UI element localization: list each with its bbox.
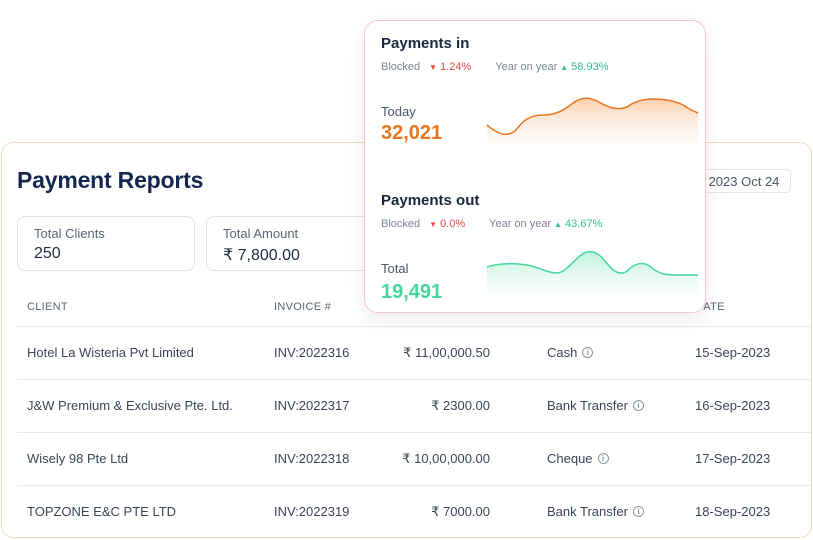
table-row[interactable]: J&W Premium & Exclusive Pte. Ltd. INV:20… [17, 380, 811, 433]
yoy-label: Year on year [489, 218, 552, 230]
invoice-number: INV:2022316 [274, 345, 350, 360]
total-clients-card: Total Clients 250 [17, 216, 195, 271]
payment-mode-label: Cash [547, 345, 578, 360]
payment-date: 15-Sep-2023 [695, 345, 771, 360]
payments-out-sub-label: Total [381, 261, 409, 276]
payment-mode-label: Bank Transfer [547, 504, 628, 519]
payment-mode: Cheque i [547, 451, 609, 466]
amount: ₹ 10,00,000.00 [402, 451, 490, 466]
total-clients-label: Total Clients [34, 226, 105, 241]
payment-date: 18-Sep-2023 [695, 504, 771, 519]
client-name: Hotel La Wisteria Pvt Limited [27, 345, 194, 360]
column-header-invoice[interactable]: INVOICE # [274, 301, 331, 313]
yoy-value: 58.93% [571, 61, 609, 73]
total-amount-value: ₹ 7,800.00 [223, 247, 300, 264]
payments-summary-popup: Payments in Blocked ▼ 1.24% Year on year ▲ 58… [364, 20, 706, 313]
info-icon[interactable]: i [632, 400, 644, 411]
blocked-label: Blocked [381, 61, 421, 73]
info-icon[interactable]: i [597, 453, 609, 464]
amount: ₹ 11,00,000.50 [403, 345, 490, 360]
amount: ₹ 7000.00 [431, 504, 490, 519]
payments-out-amount: 19,491 [381, 281, 443, 303]
payments-in-sparkline [486, 97, 699, 149]
client-name: J&W Premium & Exclusive Pte. Ltd. [27, 398, 233, 413]
payments-in-amount: 32,021 [381, 122, 443, 144]
blocked-value: 1.24% [440, 61, 472, 73]
triangle-down-icon: ▼ [429, 63, 438, 72]
client-name: TOPZONE E&C PTE LTD [27, 504, 177, 519]
triangle-down-icon: ▼ [429, 220, 438, 229]
payment-date: 17-Sep-2023 [695, 451, 771, 466]
triangle-up-icon: ▲ [560, 63, 569, 72]
invoice-number: INV:2022318 [274, 451, 350, 466]
payments-out-sparkline [486, 250, 698, 303]
page-title: Payment Reports [17, 167, 204, 193]
total-amount-label: Total Amount [223, 226, 299, 241]
payment-mode-label: Bank Transfer [547, 398, 628, 413]
info-icon[interactable]: i [582, 347, 594, 358]
date-filter[interactable]: 2023 Oct 24 [697, 169, 791, 193]
payments-in-title: Payments in [381, 35, 470, 52]
blocked-label: Blocked [381, 218, 421, 230]
payment-mode: Cash i [547, 345, 594, 360]
payments-in-meta: Blocked ▼ 1.24% Year on year ▲ 58.93% [381, 61, 608, 73]
payment-date: 16-Sep-2023 [695, 398, 771, 413]
invoice-number: INV:2022319 [274, 504, 350, 519]
payments-out-title: Payments out [381, 192, 480, 209]
column-header-client[interactable]: CLIENT [27, 301, 68, 313]
table-row[interactable]: TOPZONE E&C PTE LTD INV:2022319 ₹ 7000.0… [17, 486, 811, 537]
blocked-value: 0.0% [440, 218, 466, 230]
amount: ₹ 2300.00 [431, 398, 490, 413]
yoy-label: Year on year [495, 61, 558, 73]
payment-mode-label: Cheque [547, 451, 593, 466]
table-row[interactable]: Hotel La Wisteria Pvt Limited INV:202231… [17, 327, 811, 380]
client-name: Wisely 98 Pte Ltd [27, 451, 129, 466]
table-row[interactable]: Wisely 98 Pte Ltd INV:2022318 ₹ 10,00,00… [17, 433, 811, 486]
total-clients-value: 250 [34, 245, 61, 262]
invoice-number: INV:2022317 [274, 398, 350, 413]
payments-out-meta: Blocked ▼ 0.0% Year on year ▲ 43.67% [381, 218, 602, 230]
payment-mode: Bank Transfer i [547, 504, 644, 519]
info-icon[interactable]: i [632, 506, 644, 517]
triangle-up-icon: ▲ [554, 220, 563, 229]
yoy-value: 43.67% [565, 218, 603, 230]
payments-in-sub-label: Today [381, 104, 416, 119]
total-amount-card: Total Amount ₹ 7,800.00 [206, 216, 376, 271]
payment-mode: Bank Transfer i [547, 398, 644, 413]
